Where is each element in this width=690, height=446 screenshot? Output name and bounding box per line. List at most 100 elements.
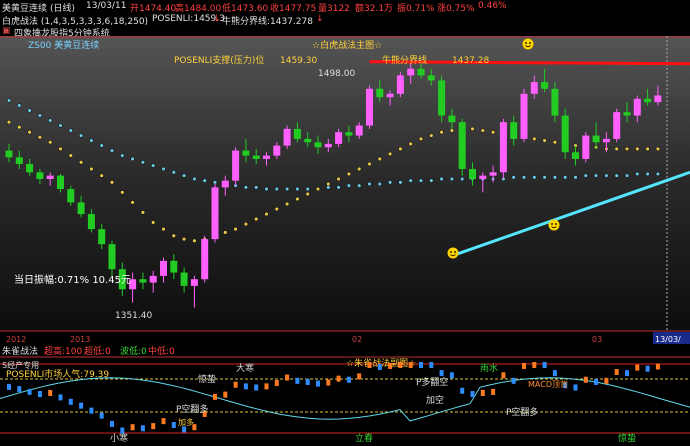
yellow-dot [552,140,558,145]
dark-dot [346,183,352,188]
signal-bar [7,383,11,390]
dark-dot [604,173,609,178]
candle-body [469,168,476,179]
candle-body [376,88,384,98]
indicator-params[interactable]: 白虎战法 (1,4,3,5,3,3,3,6,18,250) [2,14,148,25]
indicator-panel[interactable]: 朱雀战法 超高:100 超低:0 波低:0 中低:0 ☆朱雀战法副图☆ S经产专… [0,345,690,446]
signal-bar [316,380,320,387]
signal-bar [419,362,423,368]
candle-body [520,93,528,139]
dark-dot [552,175,558,180]
signal-bar [37,391,42,398]
candle-body [541,82,549,89]
high-value: 高1484.00 [175,4,222,13]
signal-bar [140,425,145,432]
candle-body [438,80,446,116]
axis-label-02: 02 [352,335,362,344]
dark-dot [161,166,166,172]
term-label: 小寒 [110,432,128,444]
candle-body [160,260,167,276]
yellow-dot [377,156,382,162]
candle-body [530,82,538,94]
main-chart[interactable]: ZS00 美黄豆连续 ☆白虎战法主图☆ POSENLI支撑(压力)位 1459.… [0,36,690,345]
candle-body [324,143,332,148]
signal-bar [305,378,310,385]
yellow-dot [254,216,259,222]
candle-body [489,172,497,176]
term-label: 立春 [355,432,373,444]
dark-dot [202,178,207,183]
candle-body [654,95,662,103]
candle-body [417,68,425,76]
yellow-dot [387,151,393,157]
yellow-dot [336,176,341,182]
term-label: 惊蛰 [198,373,216,385]
dark-dot [573,175,578,180]
candle-body [232,150,240,181]
posenli-arrow-icon: ↓ [213,14,221,24]
yellow-dot [346,171,352,177]
pct-value: 涨0.75% [437,4,475,13]
expand-icon[interactable]: ▣ [2,26,11,36]
dark-dot [151,163,156,168]
candle-body [304,138,312,143]
dark-dot [212,180,218,185]
signal-bar [243,383,248,390]
signal-bar [336,375,341,382]
dark-dot [439,176,444,182]
open-value: 开1474.40 [130,4,177,13]
dark-dot [274,186,279,192]
signal-label: 加多 [178,417,194,427]
dark-dot [645,171,650,177]
signal-bar [357,373,362,380]
dark-dot [284,186,290,192]
candle-body [221,180,229,188]
signal-bar [68,398,73,405]
signal-label: P空翻多 [176,403,208,415]
candle-body [87,214,95,230]
candle-body [26,163,34,173]
signal-bar [377,364,382,371]
dark-dot [68,128,73,133]
yellow-dot [480,128,485,133]
candle-body [366,88,373,126]
candle-body [479,175,487,179]
yellow-dot [37,135,43,140]
system-header: ▣ 四象擒龙股指5分钟系统 [0,25,690,36]
yellow-dot [161,226,166,232]
period-label[interactable]: (日线) [50,1,75,13]
candle-body [355,125,363,136]
dark-dot [655,171,661,177]
corner-label: ZS00 美黄豆连续 [28,39,99,51]
term-label: 大寒 [236,362,254,374]
candle-body [396,75,404,94]
candle-body [170,260,178,273]
yellow-dot [398,146,403,152]
signal-bar [501,372,506,379]
yellow-dot [408,141,413,147]
amplitude-value: 振0.71% [397,4,435,13]
dark-dot [563,175,568,180]
candle-body [211,187,219,240]
signal-bar [480,389,485,396]
candle-body [242,150,250,156]
dark-dot [418,178,424,183]
instrument-name[interactable]: 美黄豆连续 [2,1,47,13]
dark-dot [593,173,599,178]
signal-bar [182,426,187,433]
candle-body [592,135,600,143]
candle-body [633,98,641,116]
dark-dot [635,171,640,177]
dark-dot [58,123,63,128]
signal-bar [99,412,104,419]
dark-dot [367,181,372,187]
signal-label: MACD顶背 [528,379,568,389]
signal-bar [213,393,217,400]
yellow-dot [140,210,146,215]
yellow-dot [367,161,372,167]
candle-body [180,272,188,286]
dark-dot [27,108,32,113]
yellow-dot [645,146,650,152]
indicator-title: 朱雀战法 [2,345,38,357]
signal-bar [429,362,434,368]
